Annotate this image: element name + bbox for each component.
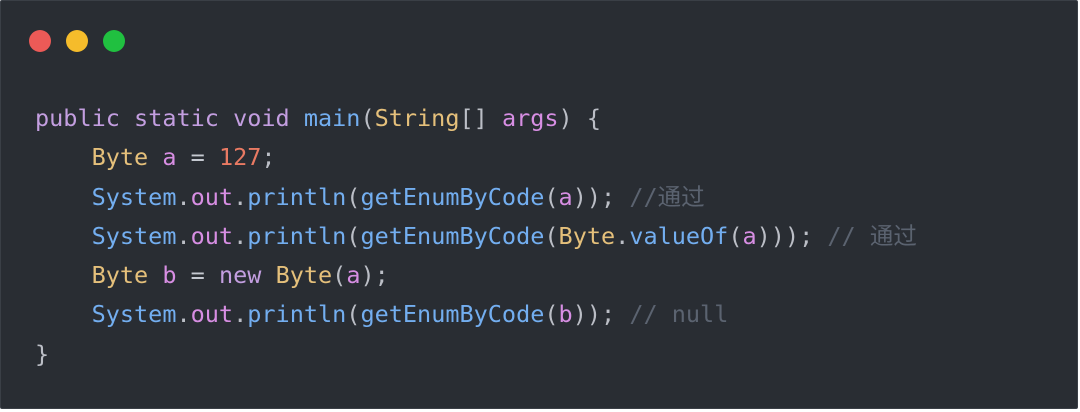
code-token: . xyxy=(233,182,248,211)
code-token: a xyxy=(162,143,177,172)
code-token: valueOf xyxy=(629,221,729,250)
code-line: public static void main(String[] args) { xyxy=(35,99,917,138)
code-token: a xyxy=(346,261,361,290)
code-token: //通过 xyxy=(629,182,705,211)
code-token: static xyxy=(134,104,219,132)
code-token: )); xyxy=(572,300,616,329)
code-token: . xyxy=(233,221,248,250)
code-token: args xyxy=(501,104,559,132)
code-token: . xyxy=(233,300,248,329)
code-block: public static void main(String[] args) {… xyxy=(35,99,917,374)
code-token: Byte xyxy=(91,143,149,172)
code-token: ( xyxy=(332,261,347,290)
code-token: System xyxy=(91,221,177,250)
code-token: ( xyxy=(360,104,375,132)
code-line: System.out.println(getEnumByCode(b)); //… xyxy=(35,295,917,334)
code-token: ); xyxy=(360,261,389,290)
code-token: System xyxy=(91,300,177,329)
code-token: String xyxy=(374,104,460,132)
code-token: ( xyxy=(728,221,743,250)
code-token: a xyxy=(742,221,757,250)
code-token: a xyxy=(558,182,573,211)
code-token: ( xyxy=(346,221,361,250)
code-token: . xyxy=(176,221,191,250)
code-token: Byte xyxy=(275,261,333,290)
code-token: new xyxy=(218,261,262,290)
code-token: [] xyxy=(459,104,488,132)
code-line: } xyxy=(35,335,917,374)
close-dot-icon[interactable] xyxy=(29,30,51,52)
code-token: public xyxy=(35,104,120,132)
code-token: out xyxy=(190,300,234,329)
code-line: Byte b = new Byte(a); xyxy=(35,256,917,295)
code-window: public static void main(String[] args) {… xyxy=(0,0,1078,409)
code-token: ; xyxy=(261,143,276,172)
code-token: getEnumByCode xyxy=(360,300,545,329)
code-token: b xyxy=(558,300,573,329)
code-line: System.out.println(getEnumByCode(a)); //… xyxy=(35,178,917,217)
maximize-dot-icon[interactable] xyxy=(103,30,125,52)
code-token: 127 xyxy=(218,143,262,172)
code-token: )); xyxy=(572,182,616,211)
code-token: out xyxy=(190,221,234,250)
code-token: System xyxy=(91,182,177,211)
code-token: ) { xyxy=(558,104,601,132)
code-token: // null xyxy=(629,300,729,329)
code-token: Byte xyxy=(558,221,616,250)
code-token: . xyxy=(615,221,630,250)
code-token: ( xyxy=(544,221,559,250)
code-line: System.out.println(getEnumByCode(Byte.va… xyxy=(35,217,917,256)
window-controls xyxy=(29,30,125,52)
code-line: Byte a = 127; xyxy=(35,138,917,177)
code-token: println xyxy=(247,182,347,211)
code-token: ( xyxy=(346,300,361,329)
code-token: println xyxy=(247,221,347,250)
code-token: ( xyxy=(544,300,559,329)
code-token: // 通过 xyxy=(827,221,917,250)
code-token: getEnumByCode xyxy=(360,182,545,211)
code-token: println xyxy=(247,300,347,329)
code-token: . xyxy=(176,182,191,211)
code-token: out xyxy=(190,182,234,211)
code-token: ))); xyxy=(756,221,814,250)
code-token: ( xyxy=(544,182,559,211)
code-token: = xyxy=(190,143,205,172)
code-token: . xyxy=(176,300,191,329)
minimize-dot-icon[interactable] xyxy=(66,30,88,52)
code-token: b xyxy=(162,261,177,290)
code-token: } xyxy=(35,339,50,368)
code-token: Byte xyxy=(91,261,149,290)
code-token: = xyxy=(190,261,205,290)
code-token: getEnumByCode xyxy=(360,221,545,250)
code-token: ( xyxy=(346,182,361,211)
code-token: void xyxy=(233,104,290,132)
code-token: main xyxy=(303,104,361,132)
